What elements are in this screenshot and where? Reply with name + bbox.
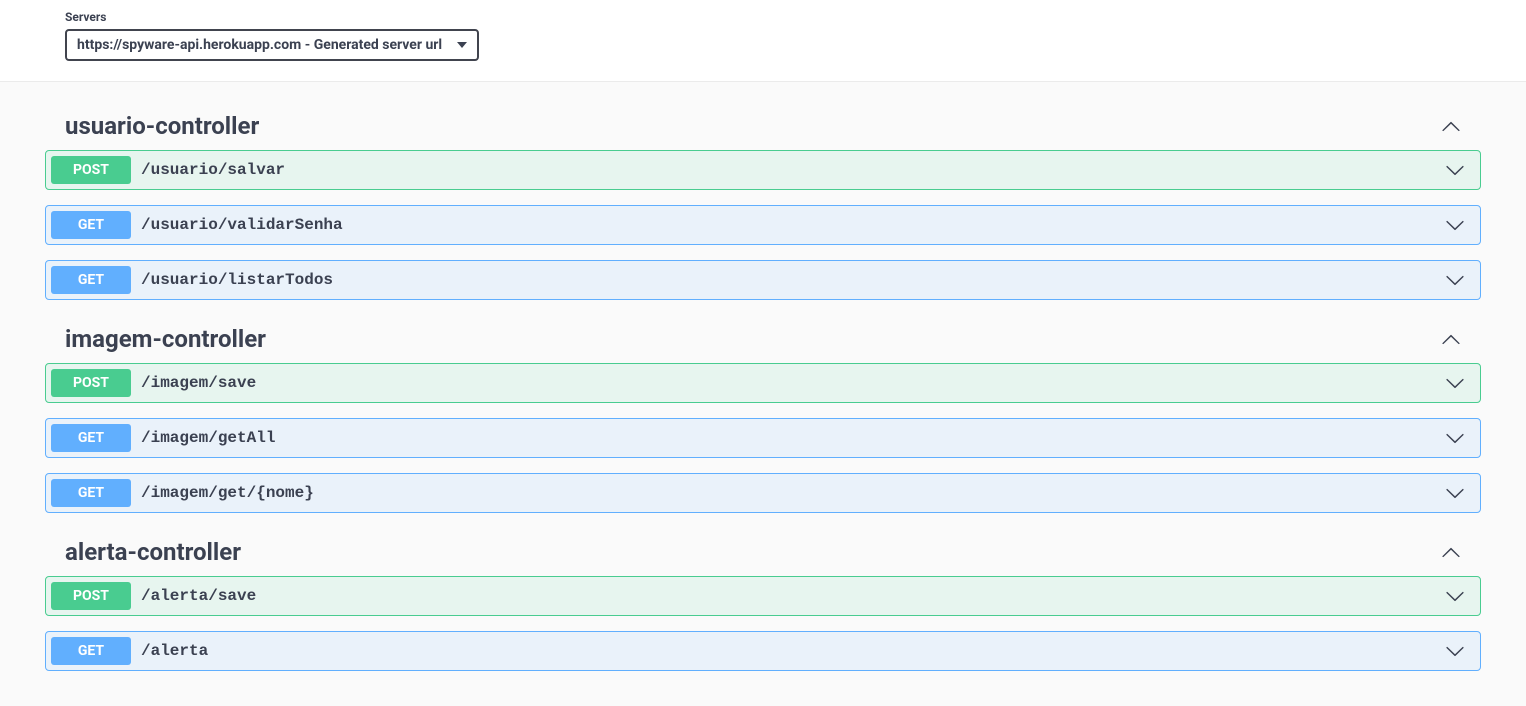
chevron-down-icon [1445,586,1465,606]
chevron-up-icon [1441,116,1461,136]
operations-list: POST /usuario/salvar GET /usuario/valida… [45,150,1481,300]
chevron-down-icon [1445,270,1465,290]
chevron-down-icon [1445,428,1465,448]
method-badge-post: POST [51,582,131,610]
operation-row[interactable]: GET /alerta [45,631,1481,671]
method-badge-get: GET [51,211,131,239]
operation-path: /imagem/getAll [141,429,1445,447]
operation-path: /imagem/save [141,374,1445,392]
chevron-down-icon [1445,373,1465,393]
operation-row[interactable]: POST /usuario/salvar [45,150,1481,190]
main-content: usuario-controller POST /usuario/salvar … [0,82,1526,706]
operation-row[interactable]: GET /usuario/validarSenha [45,205,1481,245]
operations-list: POST /alerta/save GET /alerta [45,576,1481,671]
tag-title: alerta-controller [65,538,241,566]
tag-section-alerta: alerta-controller POST /alerta/save GET … [45,528,1481,671]
chevron-up-icon [1441,329,1461,349]
server-select-wrapper: https://spyware-api.herokuapp.com - Gene… [65,29,479,61]
chevron-down-icon [1445,641,1465,661]
tag-section-imagem: imagem-controller POST /imagem/save GET … [45,315,1481,513]
servers-label: Servers [65,10,1461,24]
tag-title: usuario-controller [65,112,259,140]
operation-path: /alerta [141,642,1445,660]
server-select[interactable]: https://spyware-api.herokuapp.com - Gene… [65,29,479,61]
operation-path: /alerta/save [141,587,1445,605]
operation-path: /imagem/get/{nome} [141,484,1445,502]
operation-row[interactable]: POST /imagem/save [45,363,1481,403]
servers-section: Servers https://spyware-api.herokuapp.co… [0,0,1526,82]
method-badge-get: GET [51,637,131,665]
tag-section-usuario: usuario-controller POST /usuario/salvar … [45,102,1481,300]
tag-header-imagem[interactable]: imagem-controller [45,315,1481,363]
chevron-up-icon [1441,542,1461,562]
operation-row[interactable]: GET /imagem/get/{nome} [45,473,1481,513]
operations-list: POST /imagem/save GET /imagem/getAll GET… [45,363,1481,513]
operation-path: /usuario/salvar [141,161,1445,179]
operation-row[interactable]: POST /alerta/save [45,576,1481,616]
chevron-down-icon [1445,160,1465,180]
method-badge-get: GET [51,424,131,452]
tag-title: imagem-controller [65,325,266,353]
method-badge-post: POST [51,369,131,397]
chevron-down-icon [1445,215,1465,235]
method-badge-get: GET [51,479,131,507]
tag-header-usuario[interactable]: usuario-controller [45,102,1481,150]
tag-header-alerta[interactable]: alerta-controller [45,528,1481,576]
chevron-down-icon [1445,483,1465,503]
method-badge-get: GET [51,266,131,294]
operation-row[interactable]: GET /usuario/listarTodos [45,260,1481,300]
operation-row[interactable]: GET /imagem/getAll [45,418,1481,458]
operation-path: /usuario/listarTodos [141,271,1445,289]
operation-path: /usuario/validarSenha [141,216,1445,234]
method-badge-post: POST [51,156,131,184]
